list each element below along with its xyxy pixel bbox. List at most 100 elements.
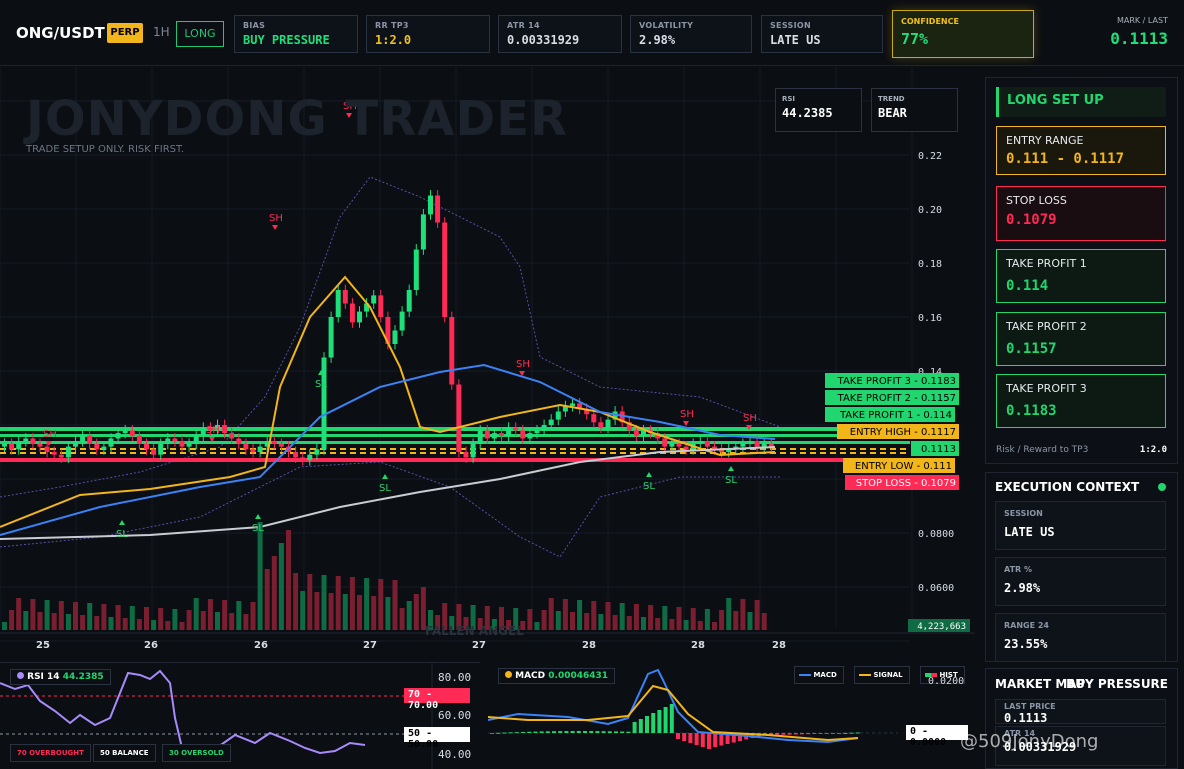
volume-bar <box>541 610 547 630</box>
volume-bar <box>598 614 604 630</box>
card-value: 0.1183 <box>1006 403 1057 419</box>
timeframe[interactable]: 1H <box>153 25 170 39</box>
macd-pane[interactable]: MACD 0.00046431 MACD SIGNAL HIST 0.0200 … <box>487 662 975 769</box>
level-tag-label: TAKE PROFIT 2 - 0.1157 <box>837 393 956 404</box>
volume-bar <box>562 599 568 630</box>
market-map: MARKET MAP BUY PRESSURE LAST PRICE 0.111… <box>985 668 1178 769</box>
rsi-pane[interactable]: RSI 14 44.2385 80.00 60.00 40.00 70 - 70… <box>0 662 480 769</box>
stat-atr: ATR 14 0.00331929 <box>498 15 622 53</box>
candle <box>371 295 377 304</box>
badge-value: 70.00 <box>408 700 439 711</box>
stop-loss-card[interactable]: STOP LOSS 0.1079 <box>996 186 1166 241</box>
volume-bar <box>264 569 270 630</box>
macd-hist-bar <box>632 722 637 733</box>
candle <box>136 435 142 444</box>
rsi-box-label: RSI <box>782 95 796 103</box>
chart-canvas[interactable]: 0.240.220.200.180.160.140.08000.06002526… <box>0 67 975 658</box>
macd-hist-bar <box>552 731 556 733</box>
swing-low-arrow-icon <box>382 474 388 479</box>
volume-bar <box>584 613 590 630</box>
candle <box>456 384 462 452</box>
macd-hist-bar <box>837 733 842 734</box>
macd-dot-icon <box>505 671 512 678</box>
volume-bar <box>548 598 554 630</box>
stat-rr: RR TP3 1:2.0 <box>366 15 490 53</box>
swing-low-arrow-icon <box>255 514 261 519</box>
macd-hist-bar <box>657 710 662 733</box>
volume-bar <box>222 600 228 630</box>
swing-low-arrow-icon <box>119 520 125 525</box>
mark-label: MARK / LAST <box>1116 16 1168 25</box>
macd-hist-bar <box>806 733 811 735</box>
candle <box>144 443 149 450</box>
candle <box>662 438 668 447</box>
confidence-label: CONFIDENCE <box>901 17 959 26</box>
legend-oversold[interactable]: 30 OVERSOLD <box>162 744 231 762</box>
price-tick: 0.18 <box>918 259 942 270</box>
volume-bar <box>761 613 767 630</box>
entry-range-card[interactable]: ENTRY RANGE 0.111 - 0.1117 <box>996 126 1166 175</box>
volume-bar <box>754 600 760 630</box>
price-chart[interactable]: 0.240.220.200.180.160.140.08000.06002526… <box>0 67 975 658</box>
legend-overbought[interactable]: 70 OVERBOUGHT <box>10 744 91 762</box>
price-tick: 0.0800 <box>918 529 954 540</box>
swing-high-label: SH <box>516 359 530 370</box>
candle <box>65 446 71 458</box>
candle <box>591 414 597 423</box>
card-label: TAKE PROFIT 2 <box>1006 320 1087 333</box>
confidence-value: 77% <box>901 30 929 48</box>
macd-hist-bar <box>781 733 786 735</box>
candle <box>676 443 682 447</box>
candle <box>37 443 43 447</box>
top-bar: ONG/USDT PERP 1H LONG BIAS BUY PRESSURE R… <box>0 0 1184 66</box>
macd-hist-bar <box>824 733 829 734</box>
candle <box>250 449 256 452</box>
volume-bar <box>101 604 107 630</box>
volume-bar <box>307 574 313 630</box>
level-tag-label: TAKE PROFIT 1 - 0.114 <box>839 410 952 421</box>
take-profit-2-card[interactable]: TAKE PROFIT 2 0.1157 <box>996 312 1166 366</box>
price-tick: 0.20 <box>918 205 942 216</box>
stat-value: 1:2.0 <box>375 33 412 47</box>
card-value: 0.1157 <box>1006 341 1057 357</box>
take-profit-1-card[interactable]: TAKE PROFIT 1 0.114 <box>996 249 1166 303</box>
trend-box-label: TREND <box>878 95 905 103</box>
volume-bar <box>740 599 746 630</box>
volume-bar <box>30 599 36 630</box>
price-tick: 0.0600 <box>918 583 954 594</box>
swing-low-label: SL <box>643 481 655 492</box>
legend-signal[interactable]: SIGNAL <box>854 666 910 684</box>
stat-value: 0.00331929 <box>507 33 580 47</box>
candle <box>23 438 29 442</box>
candle <box>520 430 526 439</box>
candle <box>342 290 348 304</box>
volume-bar <box>612 615 618 630</box>
volume-bar <box>144 607 149 630</box>
setup-panel: LONG SET UP ENTRY RANGE 0.111 - 0.1117 ST… <box>985 77 1178 464</box>
long-button[interactable]: LONG <box>176 21 224 47</box>
legend-macd[interactable]: MACD <box>794 666 844 684</box>
candle <box>513 427 519 431</box>
level-tag-label: STOP LOSS - 0.1079 <box>856 478 956 489</box>
take-profit-3-card[interactable]: TAKE PROFIT 3 0.1183 <box>996 374 1166 428</box>
candle <box>179 441 185 447</box>
symbol[interactable]: ONG/USDT <box>16 24 105 42</box>
candle <box>477 430 483 444</box>
volume-bar <box>151 620 157 630</box>
candle <box>669 443 675 447</box>
legend-balance[interactable]: 50 BALANCE <box>93 744 156 762</box>
macd-hist-bar <box>694 733 699 745</box>
candle <box>641 430 646 436</box>
candle <box>406 290 412 312</box>
volume-bar <box>669 619 675 630</box>
volume-bar <box>577 600 583 630</box>
volume-bar <box>44 600 50 630</box>
stat-label: SESSION <box>770 21 811 30</box>
candle <box>314 449 320 455</box>
macd-hist-bar <box>589 731 594 733</box>
exec-label: RANGE 24 <box>1004 621 1049 630</box>
candle <box>484 430 490 439</box>
volume-bar <box>51 613 57 630</box>
candle <box>73 441 78 447</box>
volume-bar <box>399 608 405 630</box>
